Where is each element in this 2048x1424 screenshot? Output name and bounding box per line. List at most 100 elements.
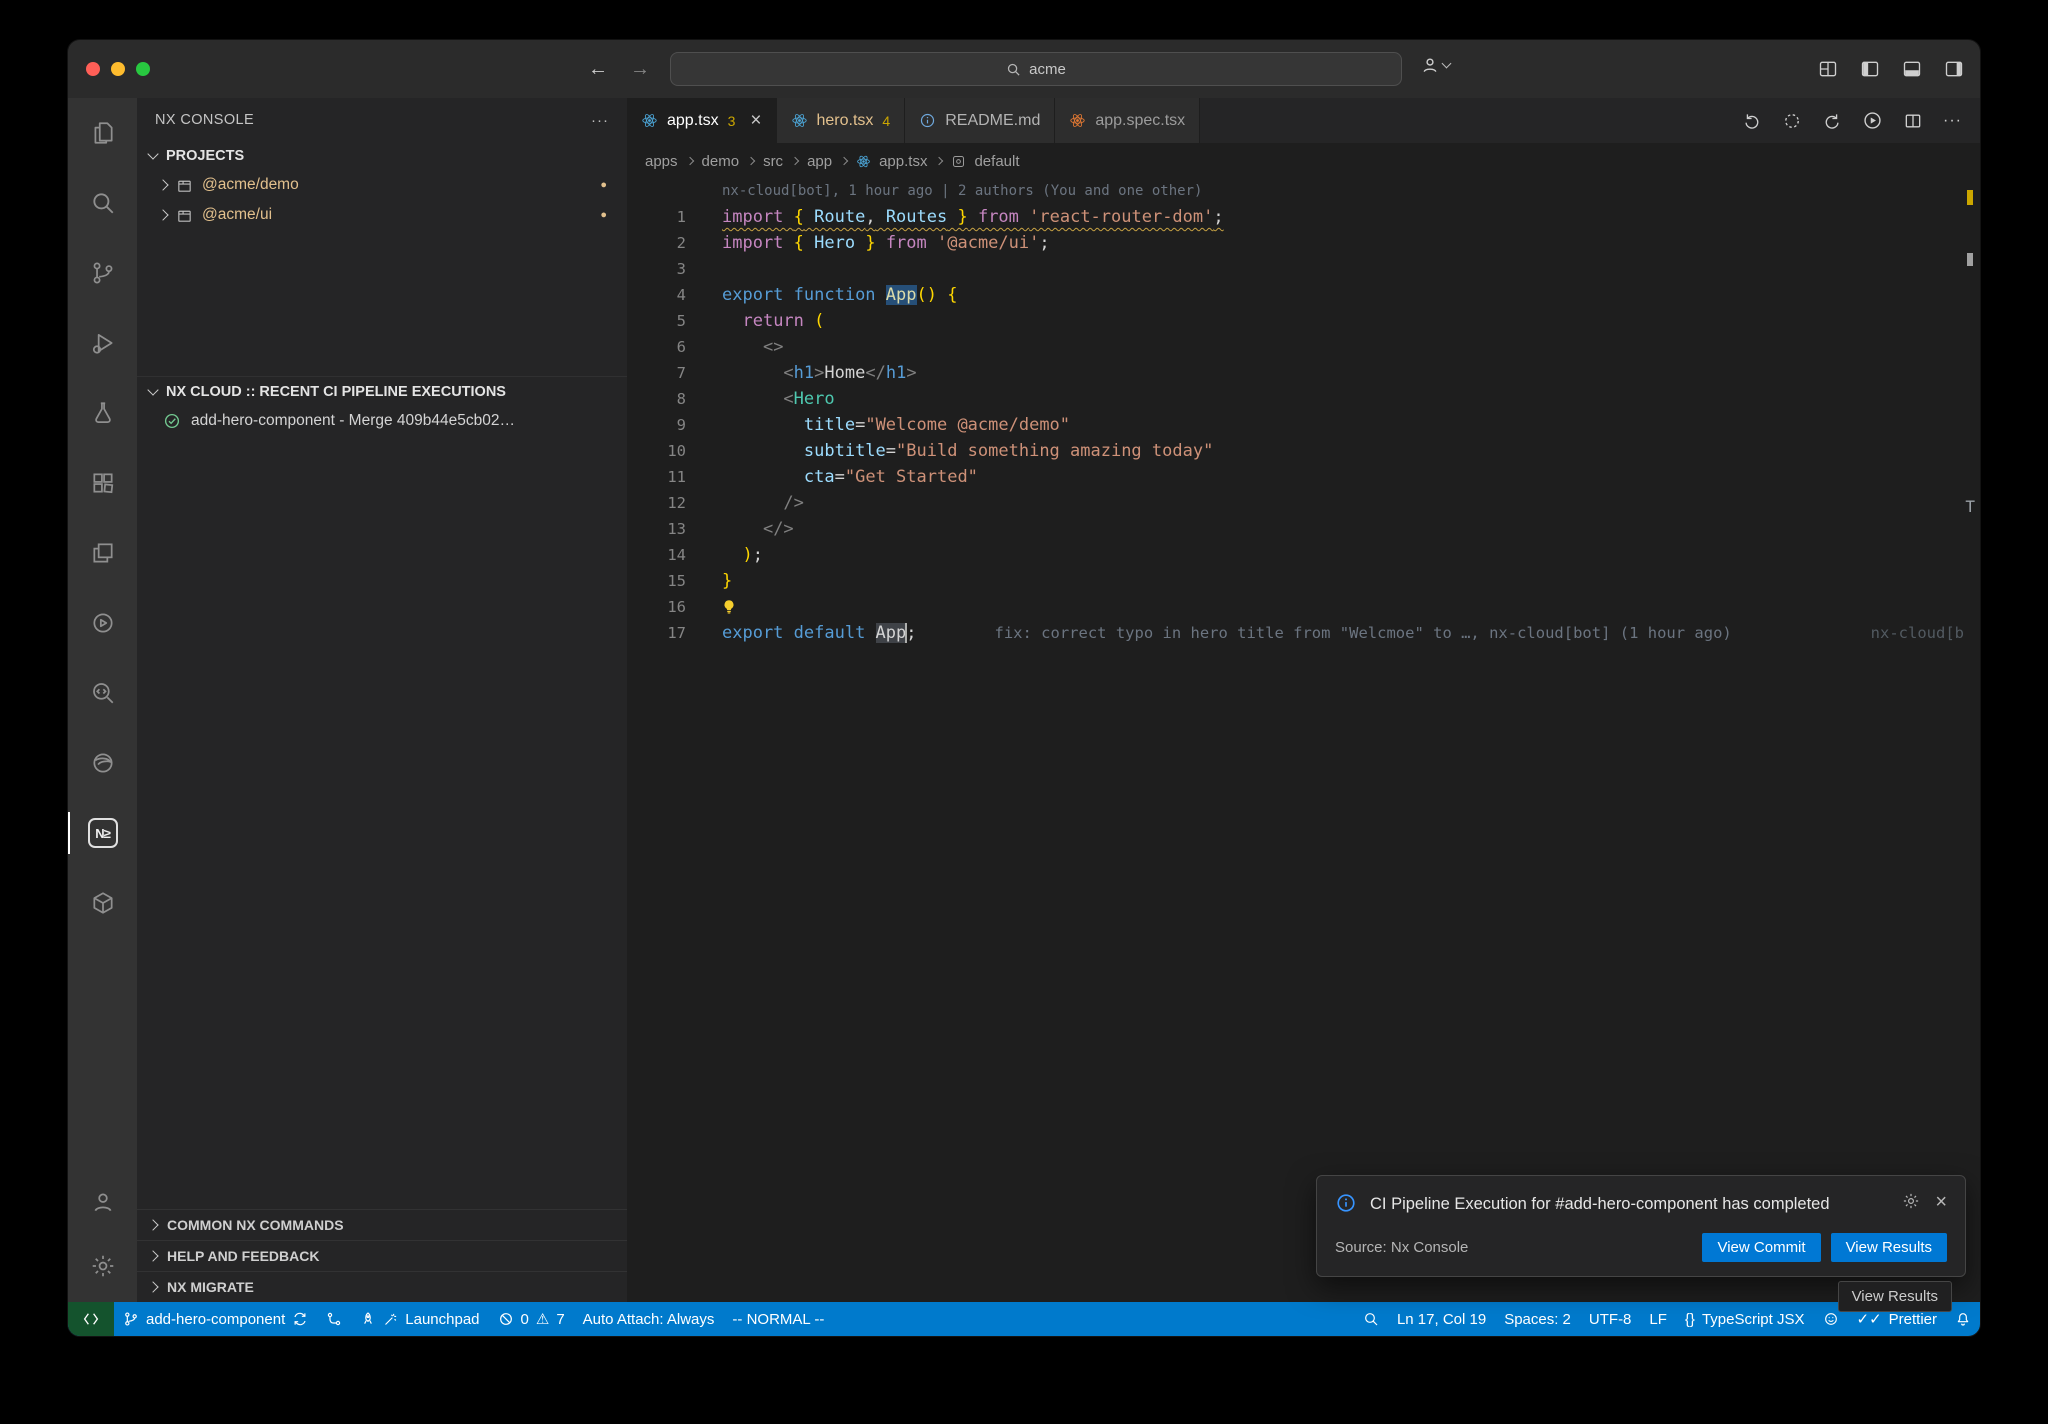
code-line[interactable]: 13 </> [627,516,1980,542]
breadcrumb-item[interactable]: app [807,153,832,170]
sidebar-item-project-graph[interactable] [68,868,137,938]
code-line[interactable]: 3 [627,256,1980,282]
sidebar-item-ci-runs[interactable] [68,588,137,658]
tab-hero-tsx[interactable]: hero.tsx 4 [777,98,906,143]
code-line[interactable]: 15} [627,568,1980,594]
code-line[interactable]: 7 <h1>Home</h1> [627,360,1980,386]
code-line[interactable]: 11 cta="Get Started" [627,464,1980,490]
branch-status[interactable]: add-hero-component [114,1302,317,1336]
section-nx-migrate[interactable]: NX MIGRATE [137,1271,627,1302]
section-label: COMMON NX COMMANDS [167,1217,344,1233]
accounts-button[interactable] [68,1170,137,1234]
forward-button[interactable]: → [630,58,650,81]
titlebar: ← → acme [68,40,1980,98]
breadcrumb-item[interactable]: apps [645,153,678,170]
run-file-icon[interactable] [1862,110,1883,131]
line-number: 8 [627,390,686,408]
tab-readme-md[interactable]: README.md [905,98,1055,143]
code-line[interactable]: 9 title="Welcome @acme/demo" [627,412,1980,438]
remote-indicator[interactable] [68,1302,114,1336]
auto-attach-status[interactable]: Auto Attach: Always [574,1302,724,1336]
code-line[interactable]: 16 [627,594,1980,620]
close-tab-icon[interactable]: × [750,111,761,130]
view-commit-button[interactable]: View Commit [1702,1233,1820,1262]
close-notification-icon[interactable]: × [1935,1192,1947,1212]
more-actions-icon[interactable]: ··· [1943,112,1962,130]
section-help-and-feedback[interactable]: HELP AND FEEDBACK [137,1240,627,1271]
sidebar-item-extensions[interactable] [68,448,137,518]
cursor-position[interactable]: Ln 17, Col 19 [1388,1302,1495,1336]
toggle-panel-icon[interactable] [1902,59,1922,79]
sidebar-item-testing[interactable] [68,378,137,448]
bell-icon [1955,1311,1971,1327]
notification-settings-gear-icon[interactable] [1902,1192,1920,1210]
code-line[interactable]: 6 <> [627,334,1980,360]
code-line[interactable]: 8 <Hero [627,386,1980,412]
breadcrumb-item[interactable]: default [974,153,1019,170]
code-line[interactable]: 2import { Hero } from '@acme/ui'; [627,230,1980,256]
chevron-right-icon [791,157,799,165]
sidebar-item-run-debug[interactable] [68,308,137,378]
git-graph-button[interactable] [317,1302,351,1336]
code-line[interactable]: 10 subtitle="Build something amazing tod… [627,438,1980,464]
zoom-window-button[interactable] [136,62,150,76]
problems-status[interactable]: 0 ⚠ 7 [489,1302,574,1336]
dashed-circle-icon[interactable] [1782,111,1802,131]
code-line[interactable]: 12 /> [627,490,1980,516]
refresh-icon[interactable] [1822,111,1842,131]
minimize-window-button[interactable] [111,62,125,76]
line-number: 9 [627,416,686,434]
indentation-status[interactable]: Spaces: 2 [1495,1302,1580,1336]
code-line[interactable]: 1import { Route, Routes } from 'react-ro… [627,204,1980,230]
customize-layout-icon[interactable] [1818,59,1838,79]
split-editor-icon[interactable] [1903,111,1923,131]
code-line[interactable]: 17export default App;fix: correct typo i… [627,620,1980,646]
sync-icon [292,1311,308,1327]
search-status-button[interactable] [1354,1302,1388,1336]
code-line[interactable]: 4export function App() { [627,282,1980,308]
settings-button[interactable] [68,1234,137,1298]
browser-preview-icon [90,750,116,776]
tab-app-spec-tsx[interactable]: app.spec.tsx [1055,98,1200,143]
info-icon [1335,1192,1357,1214]
breadcrumb-item[interactable]: src [763,153,783,170]
section-common-nx-commands[interactable]: COMMON NX COMMANDS [137,1209,627,1240]
code-line[interactable]: 14 ); [627,542,1980,568]
toggle-secondary-sidebar-icon[interactable] [1944,59,1964,79]
sidebar-item-code-search[interactable] [68,658,137,728]
vim-mode-indicator[interactable]: -- NORMAL -- [723,1302,833,1336]
code-line[interactable]: 5 return ( [627,308,1980,334]
sidebar-item-nx-console[interactable]: N≥ [68,798,137,868]
code-text: /> [722,493,804,513]
command-center[interactable]: acme [670,52,1402,86]
sidebar-item-source-control[interactable] [68,238,137,308]
close-window-button[interactable] [86,62,100,76]
sidebar-item-search[interactable] [68,168,137,238]
encoding-status[interactable]: UTF-8 [1580,1302,1641,1336]
breadcrumb-item[interactable]: demo [702,153,740,170]
nx-cloud-section-header[interactable]: NX CLOUD :: RECENT CI PIPELINE EXECUTION… [137,376,627,406]
eol-status[interactable]: LF [1640,1302,1676,1336]
breadcrumb-item[interactable]: app.tsx [879,153,927,170]
view-results-button[interactable]: View Results [1831,1233,1947,1262]
sidebar-item-browser-preview[interactable] [68,728,137,798]
modified-dot: ● [600,179,607,191]
error-count: 0 [521,1311,529,1328]
code-editor[interactable]: nx-cloud[bot], 1 hour ago | 2 authors (Y… [627,179,1980,1302]
undo-arrow-icon[interactable] [1742,111,1762,131]
accounts-menu[interactable] [1420,55,1450,75]
lightbulb-icon[interactable] [720,598,738,616]
sidebar-item-references[interactable] [68,518,137,588]
tab-app-tsx[interactable]: app.tsx 3 × [627,98,777,143]
launchpad-button[interactable]: Launchpad [351,1302,488,1336]
back-button[interactable]: ← [588,58,608,81]
language-mode[interactable]: {} TypeScript JSX [1676,1302,1814,1336]
sidebar-item-explorer[interactable] [68,98,137,168]
project-item-acme-ui[interactable]: @acme/ui ● [137,200,627,230]
tab-label: hero.tsx [817,112,874,130]
projects-section-header[interactable]: PROJECTS [137,142,627,170]
more-actions-icon[interactable]: ··· [591,112,609,129]
project-item-acme-demo[interactable]: @acme/demo ● [137,170,627,200]
pipeline-execution-item[interactable]: add-hero-component - Merge 409b44e5cb02… [137,406,627,436]
toggle-sidebar-icon[interactable] [1860,59,1880,79]
